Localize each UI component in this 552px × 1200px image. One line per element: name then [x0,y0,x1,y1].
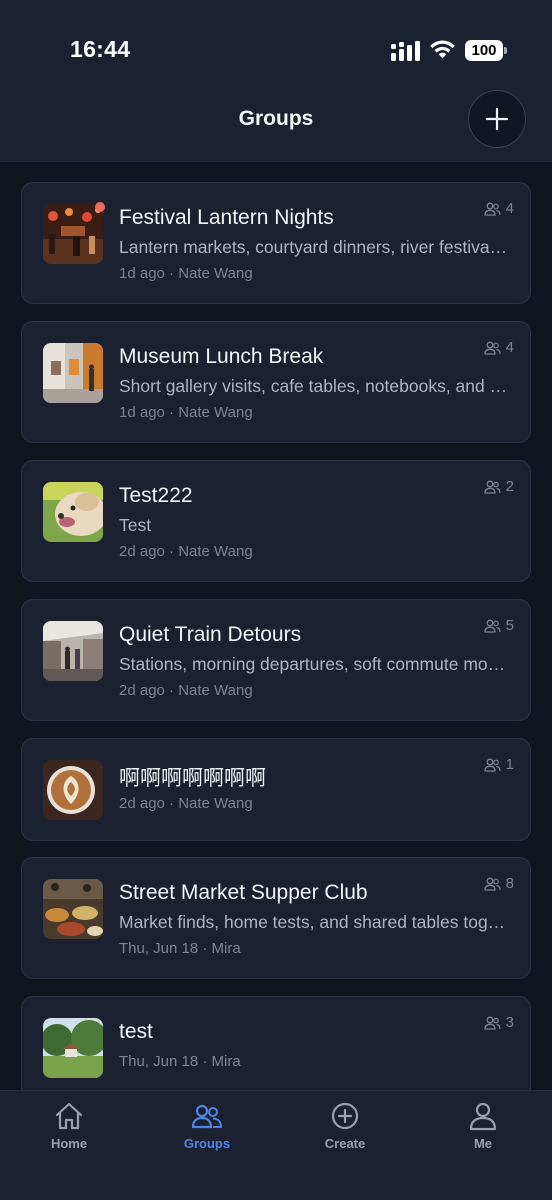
lantern-market-photo [43,204,103,264]
tab-label: Create [324,1136,366,1151]
plus-icon [485,107,509,131]
group-list[interactable]: Festival Lantern Nights Lantern markets,… [0,162,552,1090]
group-title: Street Market Supper Club [119,881,368,904]
tab-label: Me [473,1136,493,1151]
train-station-photo [43,621,103,681]
group-card[interactable]: Quiet Train Detours Stations, morning de… [21,599,531,721]
members-icon [484,758,501,772]
add-group-button[interactable] [468,90,526,148]
group-description: Short gallery visits, cafe tables, noteb… [119,376,509,396]
members-icon [484,480,501,494]
group-card[interactable]: 啊啊啊啊啊啊啊 2d ago · Nate Wang 1 [21,738,531,841]
members-icon [484,619,501,633]
battery-cap [504,47,507,54]
tab-bar: Home Groups Create Me [0,1090,552,1200]
group-title: test [119,1020,153,1043]
create-icon [331,1102,359,1130]
group-card[interactable]: Festival Lantern Nights Lantern markets,… [21,182,531,304]
member-count-value: 1 [505,756,514,773]
member-count: 4 [484,200,514,217]
group-meta: 2d ago · Nate Wang [119,543,253,560]
tab-me[interactable]: Me [428,1100,538,1156]
member-count-value: 4 [505,200,514,217]
group-card[interactable]: test Thu, Jun 18 · Mira 3 [21,996,531,1090]
tab-groups[interactable]: Groups [152,1100,262,1156]
group-description: Stations, morning departures, soft commu… [119,654,509,674]
home-icon [55,1102,83,1130]
cellular-signal-icon [391,41,420,61]
tab-label: Home [50,1136,88,1151]
group-meta: 1d ago · Nate Wang [119,265,253,282]
street-food-photo [43,879,103,939]
museum-gallery-photo [43,343,103,403]
battery-indicator: 100 [465,40,507,61]
group-description: Test [119,515,152,535]
member-count: 1 [484,756,514,773]
member-count: 2 [484,478,514,495]
tab-create[interactable]: Create [290,1100,400,1156]
group-meta: Thu, Jun 18 · Mira [119,1053,241,1070]
member-count-value: 5 [505,617,514,634]
group-title: Museum Lunch Break [119,345,324,368]
members-icon [484,1016,501,1030]
group-meta: 2d ago · Nate Wang [119,682,253,699]
member-count-value: 2 [505,478,514,495]
member-count: 5 [484,617,514,634]
members-icon [484,877,501,891]
members-icon [484,202,501,216]
member-count-value: 8 [505,875,514,892]
group-title: 啊啊啊啊啊啊啊 [119,767,266,790]
member-count: 3 [484,1014,514,1031]
group-title: Festival Lantern Nights [119,206,334,229]
group-description: Market finds, home tests, and shared tab… [119,912,509,932]
group-meta: 2d ago · Nate Wang [119,795,253,812]
group-title: Test222 [119,484,193,507]
wifi-icon [430,40,455,59]
dog-photo [43,482,103,542]
tab-home[interactable]: Home [14,1100,124,1156]
member-count-value: 4 [505,339,514,356]
group-title: Quiet Train Detours [119,623,302,646]
groups-icon [191,1104,222,1129]
member-count-value: 3 [505,1014,514,1031]
status-bar: 16:44 100 [0,0,552,90]
member-count: 8 [484,875,514,892]
park-photo [43,1018,103,1078]
group-card[interactable]: Street Market Supper Club Market finds, … [21,857,531,979]
profile-icon [469,1102,497,1131]
latte-art-photo [43,760,103,820]
members-icon [484,341,501,355]
group-meta: Thu, Jun 18 · Mira [119,940,241,957]
group-description: Lantern markets, courtyard dinners, rive… [119,237,509,257]
app-header: Groups [0,90,552,162]
battery-level: 100 [465,40,503,61]
group-card[interactable]: Museum Lunch Break Short gallery visits,… [21,321,531,443]
status-time: 16:44 [70,36,131,62]
group-meta: 1d ago · Nate Wang [119,404,253,421]
tab-label: Groups [183,1136,231,1151]
member-count: 4 [484,339,514,356]
unread-dot [95,202,105,212]
group-card[interactable]: Test222 Test 2d ago · Nate Wang 2 [21,460,531,582]
